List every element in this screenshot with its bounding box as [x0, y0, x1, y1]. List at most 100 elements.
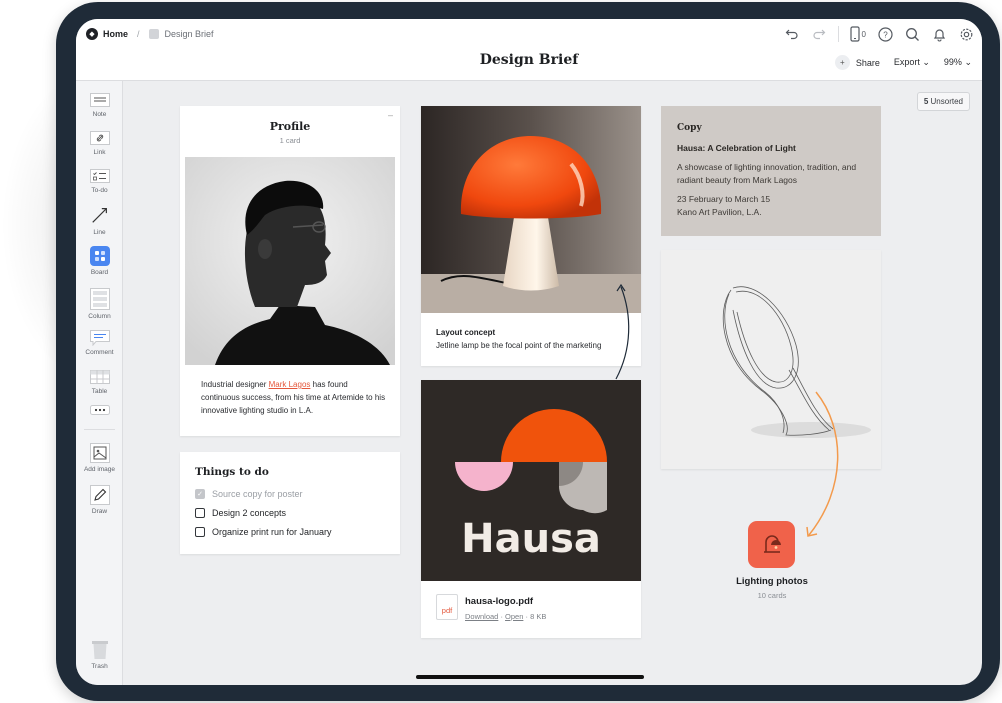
- collapse-icon[interactable]: –: [388, 110, 393, 120]
- profile-title: Profile: [269, 120, 311, 133]
- tool-add-image[interactable]: Add image: [76, 443, 123, 473]
- checkbox[interactable]: [195, 508, 205, 518]
- todo-item[interactable]: Organize print run for January: [195, 527, 332, 537]
- chevron-down-icon: ⌄: [964, 57, 972, 67]
- tool-label: Comment: [85, 349, 114, 356]
- tool-board[interactable]: Board: [76, 246, 123, 276]
- todo-item[interactable]: ✓ Source copy for poster: [195, 489, 303, 499]
- divider: [837, 26, 839, 42]
- more-tools-button[interactable]: [76, 405, 123, 418]
- sketch-image-card[interactable]: [661, 250, 881, 469]
- breadcrumb-separator: /: [137, 29, 140, 39]
- tool-note[interactable]: Note: [76, 92, 123, 118]
- layout-concept-card[interactable]: Layout concept Jetline lamp be the focal…: [421, 106, 641, 366]
- lighting-board-count: 10 cards: [757, 591, 787, 600]
- share-label: Share: [855, 57, 880, 68]
- open-link[interactable]: Open: [505, 612, 523, 621]
- checkbox-checked[interactable]: ✓: [195, 489, 205, 499]
- caption-text: Industrial designer: [201, 380, 269, 389]
- add-image-icon: [89, 443, 110, 463]
- lamp-image[interactable]: [421, 106, 641, 313]
- pdf-file-icon: pdf: [436, 594, 458, 620]
- tool-todo[interactable]: To-do: [76, 168, 123, 194]
- device-preview-button[interactable]: 0: [849, 26, 866, 42]
- top-bar: ◆ Home / Design Brief Design Brief 0 ? +…: [76, 19, 982, 81]
- tool-label: Link: [93, 149, 106, 156]
- file-size: 8 KB: [530, 612, 547, 621]
- gear-icon[interactable]: [958, 26, 974, 42]
- profile-card-count: 1 card: [279, 136, 301, 145]
- copy-date: 23 February to March 15: [677, 194, 771, 204]
- tool-label: Draw: [91, 508, 108, 515]
- zoom-select[interactable]: 99% ⌄: [944, 57, 972, 68]
- todo-icon: [89, 168, 110, 184]
- tool-comment[interactable]: Comment: [76, 330, 123, 356]
- file-meta: Download · Open · 8 KB: [465, 612, 547, 621]
- tool-label: Line: [93, 229, 106, 236]
- export-button[interactable]: Export ⌄: [894, 57, 930, 68]
- designer-link[interactable]: Mark Lagos: [269, 380, 311, 389]
- lighting-board-icon[interactable]: [748, 521, 795, 568]
- profile-board-card[interactable]: Profile 1 card – Industrial designer Mar…: [180, 106, 400, 436]
- breadcrumb-current[interactable]: Design Brief: [165, 29, 214, 39]
- breadcrumb: ◆ Home / Design Brief: [86, 28, 214, 40]
- link-icon: [89, 130, 110, 146]
- tool-column[interactable]: Column: [76, 288, 123, 320]
- header-actions: + Share Export ⌄ 99% ⌄: [834, 55, 972, 70]
- portrait-image[interactable]: [185, 157, 395, 365]
- breadcrumb-home[interactable]: Home: [103, 29, 128, 39]
- todo-item[interactable]: Design 2 concepts: [195, 508, 286, 518]
- tool-link[interactable]: Link: [76, 130, 123, 156]
- download-link[interactable]: Download: [465, 612, 498, 621]
- copy-card[interactable]: Copy Hausa: A Celebration of Light A sho…: [661, 106, 881, 236]
- tool-label: Column: [88, 313, 111, 320]
- tool-table[interactable]: Table: [76, 369, 123, 395]
- column-icon: [89, 288, 110, 310]
- trash-button[interactable]: Trash: [76, 640, 123, 670]
- trash-icon: [90, 640, 110, 660]
- unsorted-label: Unsorted: [930, 97, 963, 106]
- lighting-board-name[interactable]: Lighting photos: [716, 576, 828, 587]
- undo-icon[interactable]: [784, 26, 800, 42]
- tool-label: Board: [90, 269, 109, 276]
- note-icon: [89, 92, 110, 108]
- copy-paragraph: A showcase of lighting innovation, tradi…: [677, 162, 857, 185]
- todo-label: Source copy for poster: [212, 489, 303, 499]
- chevron-down-icon: ⌄: [922, 57, 930, 67]
- copy-heading: Hausa: A Celebration of Light: [677, 143, 796, 153]
- sketch-image: [661, 250, 881, 469]
- bell-icon[interactable]: [931, 26, 947, 42]
- home-icon[interactable]: ◆: [86, 28, 98, 40]
- board-icon: [148, 29, 159, 39]
- checkbox[interactable]: [195, 527, 205, 537]
- tool-label: To-do: [91, 187, 108, 194]
- arrowhead: [806, 526, 818, 537]
- tool-label: Add image: [83, 466, 116, 473]
- toolbar-sidebar: Note Link To-do Line Board Column Commen…: [76, 81, 123, 685]
- redo-icon[interactable]: [811, 26, 827, 42]
- hausa-logo-image[interactable]: Hausa: [421, 380, 641, 581]
- board-icon: [89, 246, 110, 266]
- phone-icon: [849, 26, 860, 42]
- tool-draw[interactable]: Draw: [76, 485, 123, 515]
- hausa-logo-card[interactable]: Hausa pdf hausa-logo.pdf Download · Open…: [421, 380, 641, 638]
- help-icon[interactable]: ?: [877, 26, 893, 42]
- table-icon: [89, 369, 110, 385]
- todo-label: Design 2 concepts: [212, 508, 287, 518]
- unsorted-button[interactable]: 5 Unsorted: [916, 92, 970, 111]
- tool-label: Note: [92, 111, 107, 118]
- zoom-value: 99%: [943, 57, 962, 67]
- device-count: 0: [861, 29, 866, 39]
- home-indicator: [416, 675, 644, 679]
- tool-line[interactable]: Line: [76, 204, 123, 236]
- share-button[interactable]: + Share: [834, 55, 880, 70]
- comment-icon: [89, 330, 110, 346]
- app-screen: ◆ Home / Design Brief Design Brief 0 ? +…: [76, 19, 982, 685]
- tool-label: Table: [91, 388, 108, 395]
- file-name[interactable]: hausa-logo.pdf: [465, 596, 533, 607]
- todo-card[interactable]: Things to do ✓ Source copy for poster Des…: [180, 452, 400, 554]
- logo-wordmark: Hausa: [461, 516, 601, 562]
- svg-text:?: ?: [883, 30, 888, 39]
- search-icon[interactable]: [904, 26, 920, 42]
- todo-title: Things to do: [195, 466, 269, 478]
